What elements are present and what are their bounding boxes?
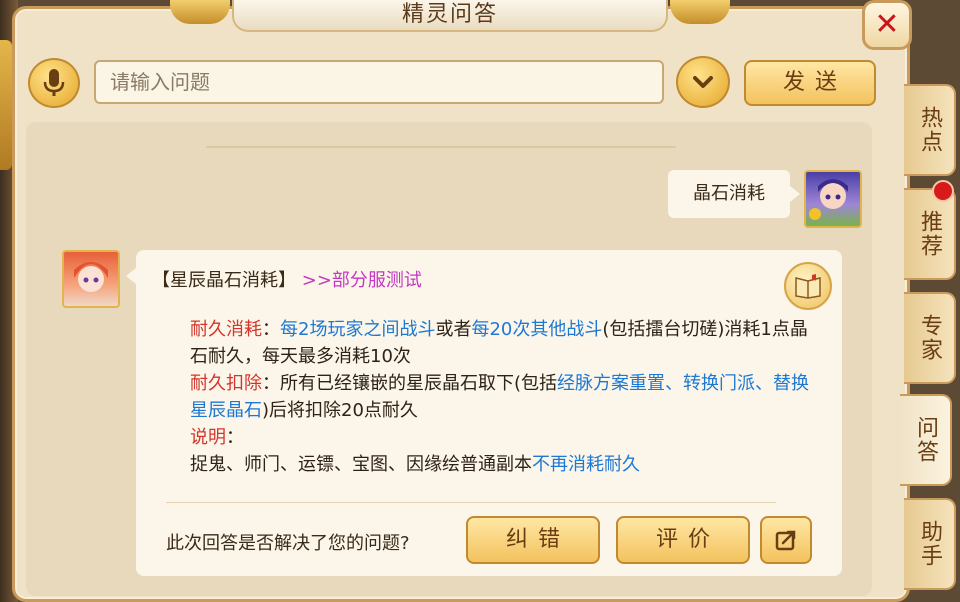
send-button[interactable]: 发送 [744,60,876,106]
microphone-icon [43,69,65,96]
durability-cost-label: 耐久消耗 [190,319,262,340]
feedback-question: 此次回答是否解决了您的问题? [166,533,410,554]
answer-tag-link[interactable]: >>部分服测试 [302,270,422,291]
user-message-bubble: 晶石消耗 [668,170,800,218]
answer-paragraph: 捉鬼、师门、运镖、宝图、因缘绘普通副本不再消耗耐久 [150,451,814,478]
spirit-avatar [62,250,120,308]
voice-input-button[interactable] [28,58,80,108]
text-segment: ： [262,319,280,340]
question-input[interactable]: 请输入问题 [94,60,664,104]
close-icon: ✕ [874,7,900,42]
text-segment: 捉鬼、师门、运镖、宝图、因缘绘普通副本 [190,454,532,475]
question-input-placeholder: 请输入问题 [110,70,210,94]
answer-body: 耐久消耗：每2场玩家之间战斗或者每20次其他战斗(包括擂台切磋)消耗1点晶石耐久… [150,316,814,478]
title-bar: 精灵问答 [232,0,668,32]
share-icon [775,530,796,551]
tassel-ornament [0,40,12,170]
card-divider [166,502,776,503]
tab-hot[interactable]: 热点 [904,84,956,176]
answer-title: 【星辰晶石消耗】 [152,270,296,291]
text-segment: ： [226,427,244,448]
title-ornament-left [170,0,230,24]
tab-qa[interactable]: 问答 [900,394,952,486]
title-ornament-right [670,0,730,24]
close-button[interactable]: ✕ [862,0,912,50]
history-dropdown-button[interactable] [676,56,730,108]
rate-button[interactable]: 评价 [616,516,750,564]
highlight-link[interactable]: 每2场玩家之间战斗 [280,319,435,340]
highlight-link[interactable]: 每20次其他战斗 [471,319,602,340]
tab-expert[interactable]: 专家 [904,292,956,384]
chevron-down-icon [693,76,713,88]
answer-paragraph: 说明： [150,424,814,451]
answer-card: 【星辰晶石消耗】 >>部分服测试 耐久消耗：每2场玩家之间战斗或者每20次其他战… [126,250,842,576]
answer-paragraph: 耐久消耗：每2场玩家之间战斗或者每20次其他战斗(包括擂台切磋)消耗1点晶石耐久… [150,316,814,370]
text-segment: )后将扣除20点耐久 [262,400,418,421]
share-button[interactable] [760,516,812,564]
highlight-link[interactable]: 不再消耗耐久 [532,454,640,475]
note-label: 说明 [190,427,226,448]
tab-recommend[interactable]: 推荐 [904,188,956,280]
answer-paragraph: 耐久扣除：所有已经镶嵌的星辰晶石取下(包括经脉方案重置、转换门派、替换星辰晶石)… [150,370,814,424]
tab-assistant[interactable]: 助手 [904,498,956,590]
answer-header: 【星辰晶石消耗】 >>部分服测试 [152,266,422,292]
text-segment: ：所有已经镶嵌的星辰晶石取下(包括 [262,373,558,394]
book-icon[interactable] [784,262,832,310]
report-error-button[interactable]: 纠错 [466,516,600,564]
notification-badge [932,180,954,202]
text-segment: 或者 [435,319,472,340]
durability-deduct-label: 耐久扣除 [190,373,262,394]
window-title: 精灵问答 [401,2,498,27]
chat-divider [206,146,676,148]
user-avatar [804,170,862,228]
